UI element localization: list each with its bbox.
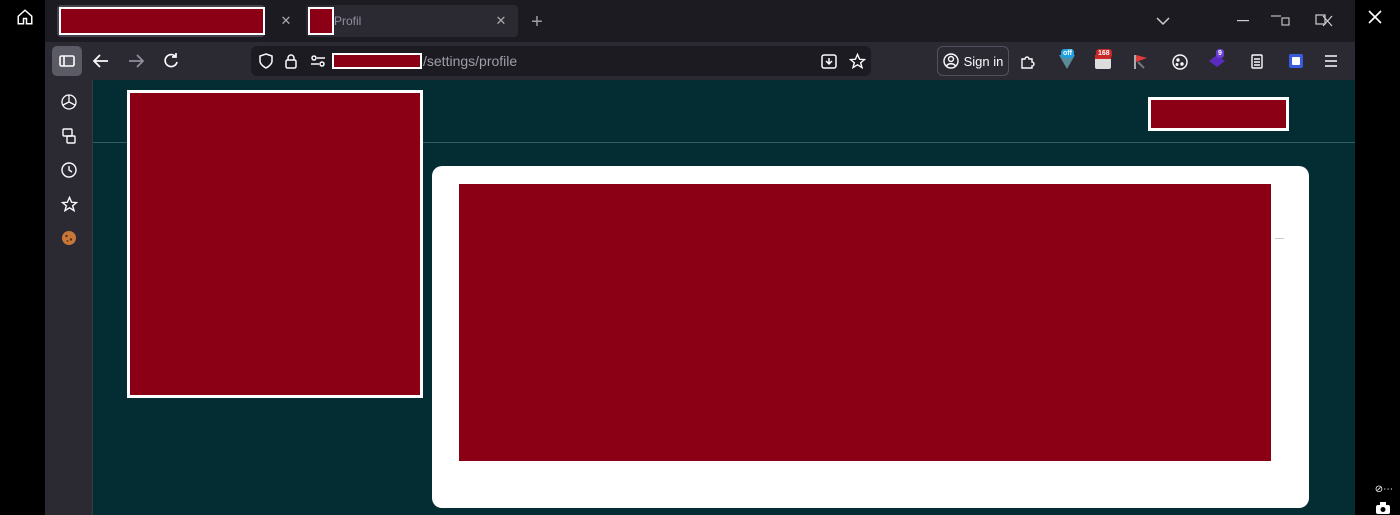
extension-badge: off	[1061, 49, 1074, 58]
cookie-icon[interactable]	[59, 228, 79, 248]
tab-close-icon[interactable]: ✕	[278, 13, 294, 29]
chatgpt-icon[interactable]	[59, 92, 79, 112]
account-icon	[942, 53, 959, 69]
restore-icon[interactable]	[1267, 10, 1293, 30]
history-clock-icon[interactable]	[59, 160, 79, 180]
card-scroll-indicator	[1275, 238, 1284, 239]
redacted-profile-panel	[127, 90, 423, 398]
tag-off-extension-icon[interactable]: off	[1055, 48, 1079, 74]
nav-toolbar: /settings/profile Sign in off 168 9	[45, 42, 1355, 80]
redacted-domain	[332, 53, 422, 69]
window-close-icon[interactable]	[1311, 10, 1337, 30]
bookmarks-star-icon[interactable]	[59, 194, 79, 214]
extension-badge: 168	[1096, 49, 1112, 58]
redacted-tab-title	[59, 7, 265, 35]
sign-in-label: Sign in	[963, 53, 1004, 69]
tab-active[interactable]	[57, 5, 265, 37]
url-bar[interactable]: /settings/profile	[251, 46, 871, 76]
reader-list-icon[interactable]	[1247, 51, 1267, 71]
extension-badge: 9	[1216, 49, 1224, 58]
lock-icon[interactable]	[282, 52, 300, 70]
permissions-icon[interactable]	[308, 52, 328, 70]
tab-strip: ✕ Profil ✕ +	[45, 0, 1355, 42]
shield-icon[interactable]	[257, 52, 275, 70]
tab-profil[interactable]: Profil ✕	[306, 5, 518, 37]
redacted-card-content	[459, 184, 1271, 461]
hamburger-menu-icon[interactable]	[1321, 51, 1341, 71]
sidebar-toggle-icon[interactable]	[52, 46, 82, 76]
host-close-icon[interactable]	[1364, 7, 1386, 27]
forward-arrow-icon[interactable]	[126, 51, 146, 71]
browser-window: ✕ Profil ✕ + /settings/profile Sign in o…	[45, 0, 1355, 515]
home-icon[interactable]	[14, 7, 36, 27]
new-tab-icon[interactable]: +	[527, 11, 547, 33]
purple-extension-icon[interactable]: 9	[1205, 48, 1229, 74]
browser-sidebar	[45, 80, 93, 515]
extensions-puzzle-icon[interactable]	[1018, 51, 1038, 71]
url-path[interactable]: /settings/profile	[423, 53, 517, 69]
share-icon[interactable]: ⊘⋯	[1371, 482, 1397, 496]
save-to-pocket-icon[interactable]	[819, 52, 839, 70]
synced-tabs-icon[interactable]	[59, 126, 79, 146]
page-content	[93, 80, 1355, 515]
red-flag-extension-icon[interactable]	[1129, 50, 1153, 74]
redacted-header-button[interactable]	[1148, 97, 1289, 131]
profile-card	[432, 166, 1309, 508]
sign-in-button[interactable]: Sign in	[937, 46, 1009, 76]
tab-close-icon[interactable]: ✕	[493, 13, 509, 29]
calendar-extension-icon[interactable]: 168	[1091, 48, 1115, 74]
redacted-favicon	[308, 7, 334, 35]
reload-icon[interactable]	[161, 51, 181, 71]
cookie-extension-icon[interactable]	[1168, 50, 1192, 74]
back-arrow-icon[interactable]	[91, 51, 111, 71]
minimize-icon[interactable]	[1233, 12, 1253, 30]
host-right-strip: ⊘⋯	[1355, 34, 1400, 515]
container-extension-icon[interactable]	[1285, 50, 1307, 72]
list-tabs-chevron-down-icon[interactable]	[1153, 12, 1173, 30]
tab-title: Profil	[334, 14, 362, 28]
camera-icon[interactable]	[1373, 500, 1393, 515]
bookmark-star-icon[interactable]	[847, 51, 867, 71]
host-left-strip	[0, 34, 45, 515]
